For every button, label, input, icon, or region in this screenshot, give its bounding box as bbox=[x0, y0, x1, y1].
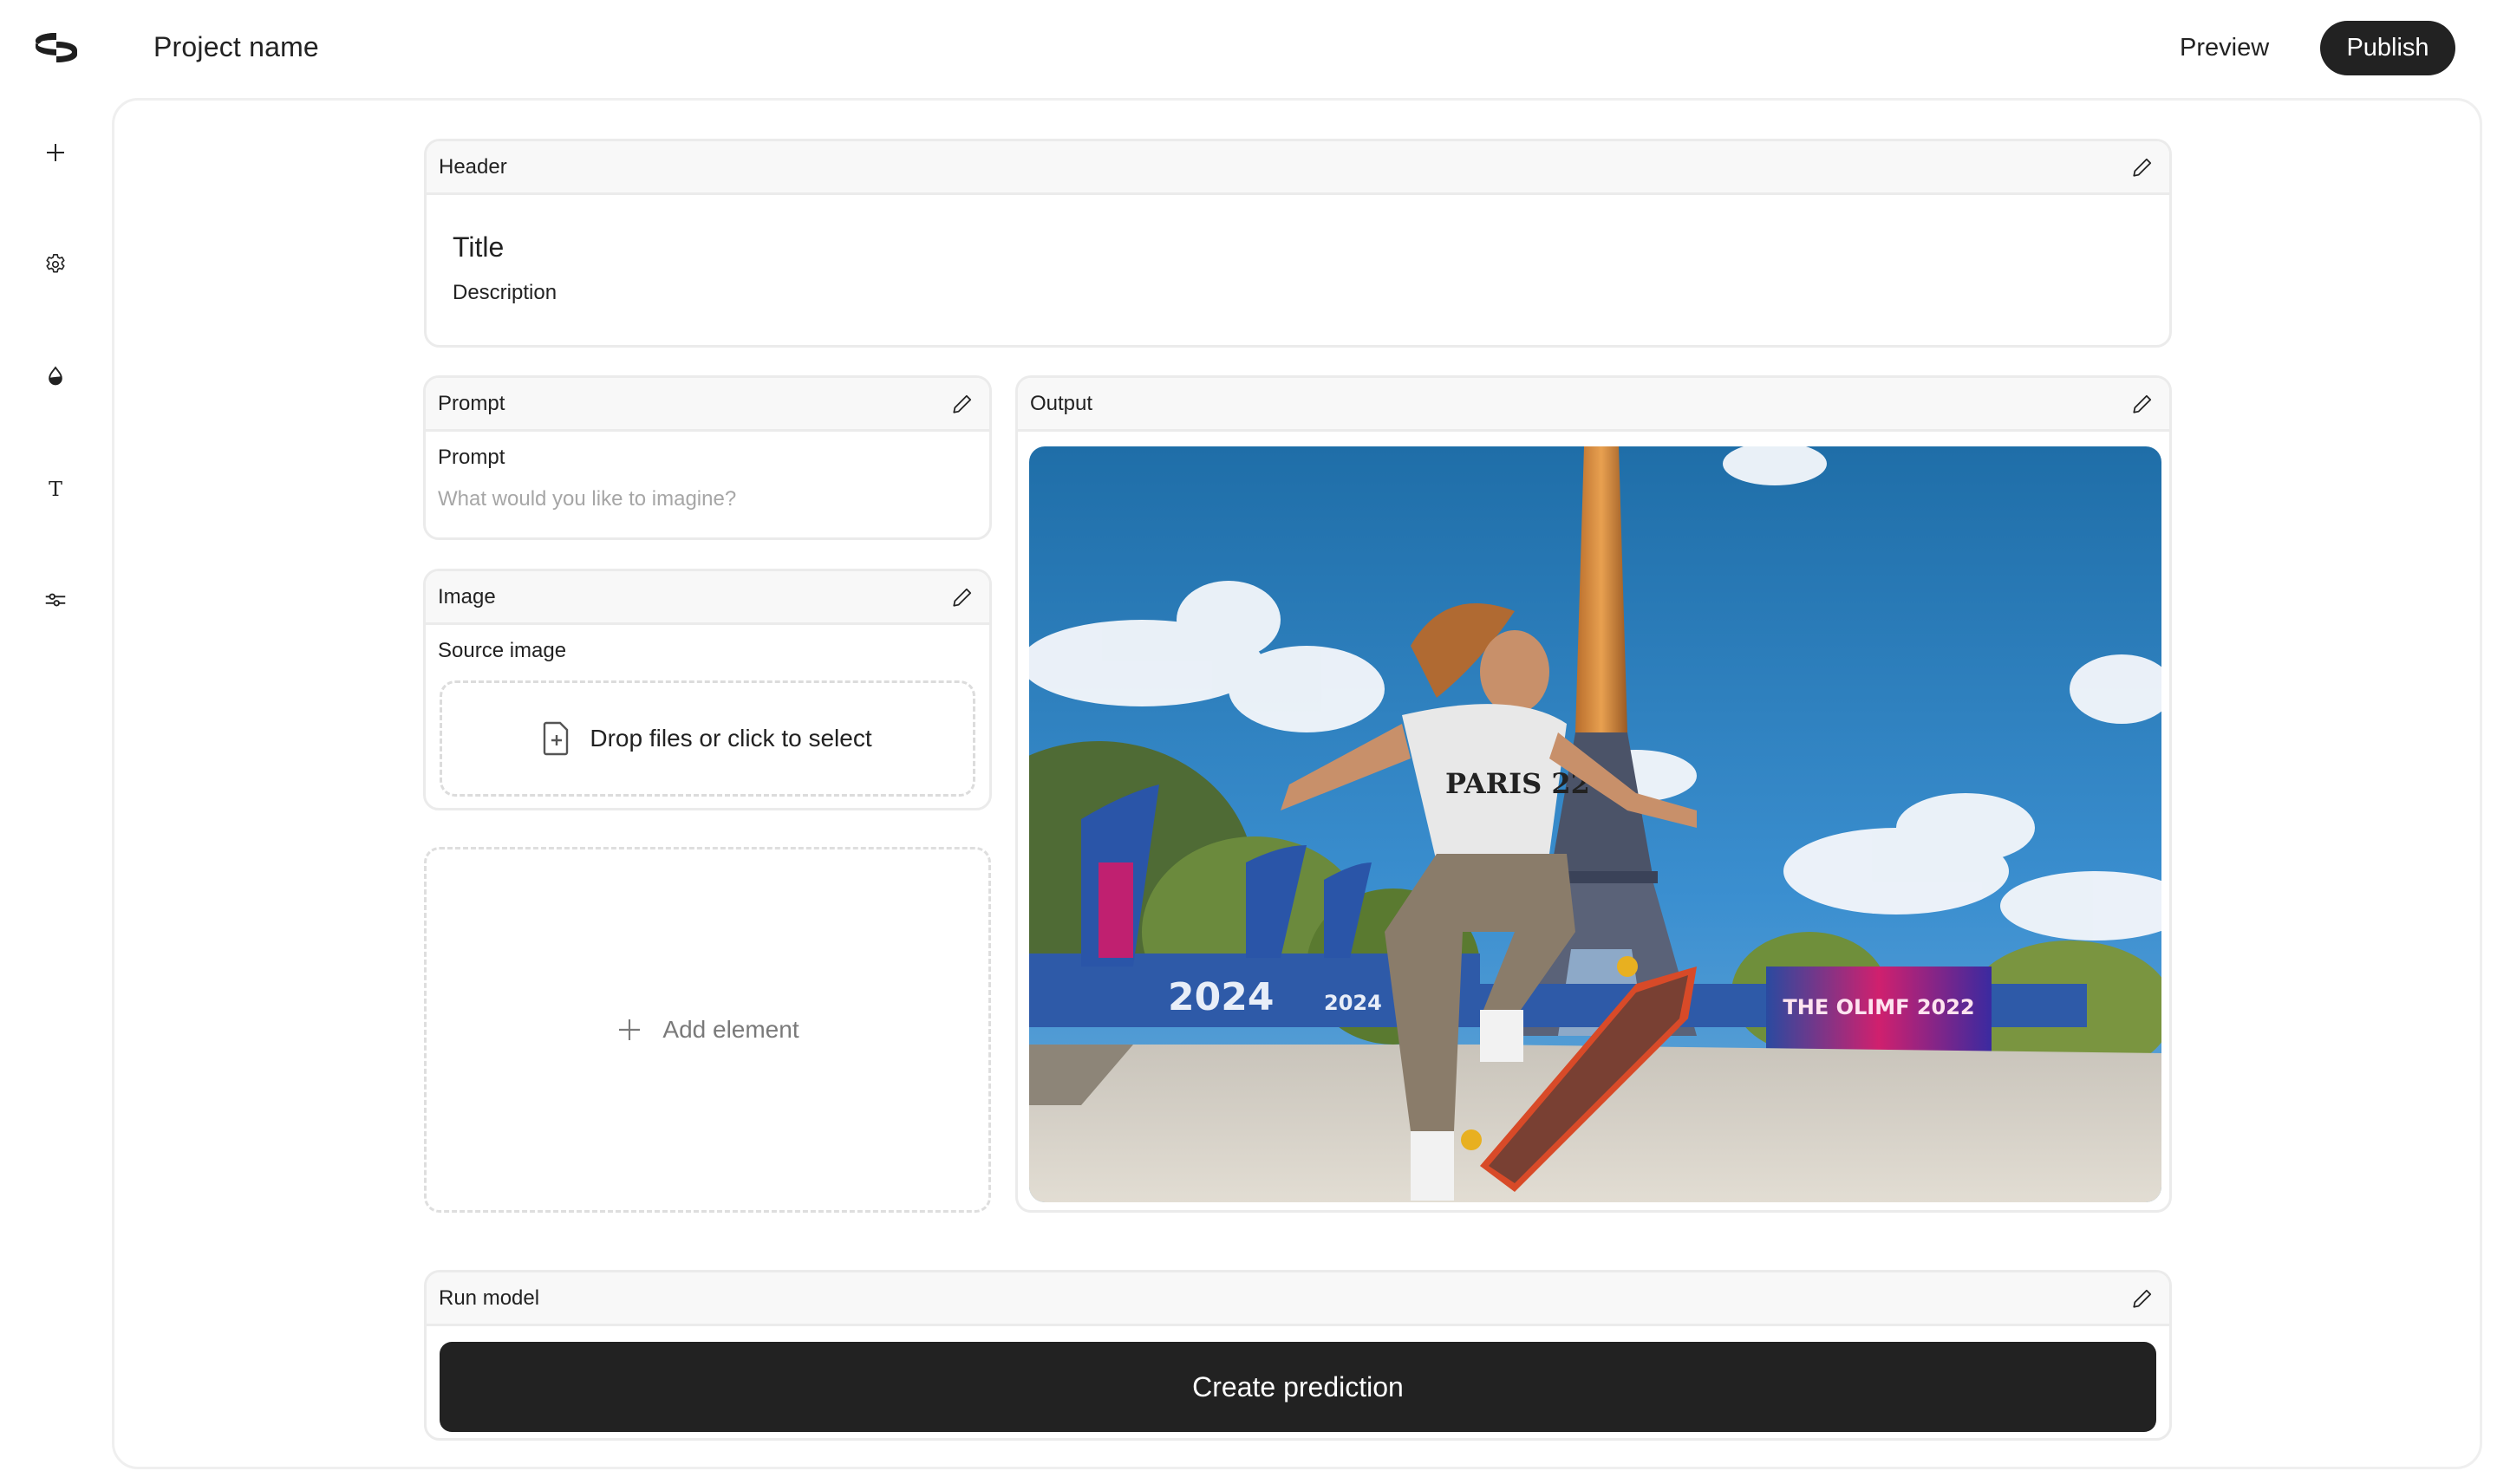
create-prediction-button[interactable]: Create prediction bbox=[440, 1342, 2156, 1432]
shirt-text: PARIS 22 bbox=[1445, 767, 1590, 800]
image-card-label: Image bbox=[438, 584, 496, 609]
file-plus-icon bbox=[544, 721, 569, 756]
add-element-button[interactable]: Add element bbox=[424, 847, 991, 1213]
pencil-icon[interactable] bbox=[2129, 391, 2155, 417]
gear-icon bbox=[46, 253, 65, 273]
pencil-icon[interactable] bbox=[949, 584, 975, 610]
prompt-field-label: Prompt bbox=[438, 446, 505, 469]
sidebar-item-adjustments[interactable] bbox=[38, 583, 73, 617]
source-image-label: Source image bbox=[438, 639, 567, 662]
preview-button[interactable]: Preview bbox=[2168, 21, 2281, 75]
header-card-label: Header bbox=[439, 154, 507, 179]
prompt-card-bar: Prompt bbox=[426, 378, 989, 432]
run-model-card-bar: Run model bbox=[427, 1272, 2169, 1326]
image-card[interactable]: Image Source image Drop files or click t… bbox=[423, 569, 992, 810]
image-card-bar: Image bbox=[426, 571, 989, 625]
page-description[interactable]: Description bbox=[453, 281, 2143, 305]
barrier-small-text: 2024 bbox=[1324, 991, 1382, 1015]
sidebar-item-typography[interactable]: T bbox=[38, 471, 73, 505]
pencil-icon[interactable] bbox=[2129, 1285, 2155, 1312]
prompt-card-label: Prompt bbox=[438, 391, 505, 415]
output-card[interactable]: Output 2024 2024 THE OLIMF 2022 PARIS 22 bbox=[1015, 375, 2172, 1213]
publish-button[interactable]: Publish bbox=[2320, 21, 2455, 75]
sidebar-item-add[interactable] bbox=[38, 135, 73, 170]
text-icon: T bbox=[49, 477, 62, 501]
run-model-card-label: Run model bbox=[439, 1285, 540, 1310]
run-model-card[interactable]: Run model Create prediction bbox=[424, 1270, 2172, 1441]
project-name[interactable]: Project name bbox=[153, 31, 319, 63]
page-title[interactable]: Title bbox=[453, 231, 2143, 264]
banner-text: THE OLIMF 2022 bbox=[1783, 995, 1974, 1019]
dropzone-text: Drop files or click to select bbox=[590, 725, 872, 752]
file-dropzone[interactable]: Drop files or click to select bbox=[440, 680, 975, 797]
svg-text:T: T bbox=[49, 477, 62, 501]
prompt-input[interactable] bbox=[438, 487, 977, 511]
output-card-bar: Output bbox=[1018, 378, 2169, 432]
plus-icon bbox=[47, 144, 64, 161]
sidebar-item-settings[interactable] bbox=[38, 247, 73, 282]
add-element-label: Add element bbox=[662, 1016, 799, 1043]
barrier-text: 2024 bbox=[1168, 975, 1274, 1019]
pencil-icon[interactable] bbox=[949, 391, 975, 417]
pencil-icon[interactable] bbox=[2129, 154, 2155, 180]
plus-icon bbox=[619, 1019, 641, 1040]
app-logo-icon[interactable] bbox=[33, 29, 80, 66]
droplet-icon bbox=[49, 366, 62, 386]
output-card-label: Output bbox=[1030, 391, 1093, 415]
output-image[interactable]: 2024 2024 THE OLIMF 2022 PARIS 22 bbox=[1029, 446, 2161, 1202]
header-card-bar: Header bbox=[427, 141, 2169, 195]
sidebar-item-theme[interactable] bbox=[38, 359, 73, 394]
prompt-card[interactable]: Prompt Prompt bbox=[423, 375, 992, 540]
header-card[interactable]: Header Title Description bbox=[424, 139, 2172, 348]
sliders-icon bbox=[45, 593, 66, 607]
